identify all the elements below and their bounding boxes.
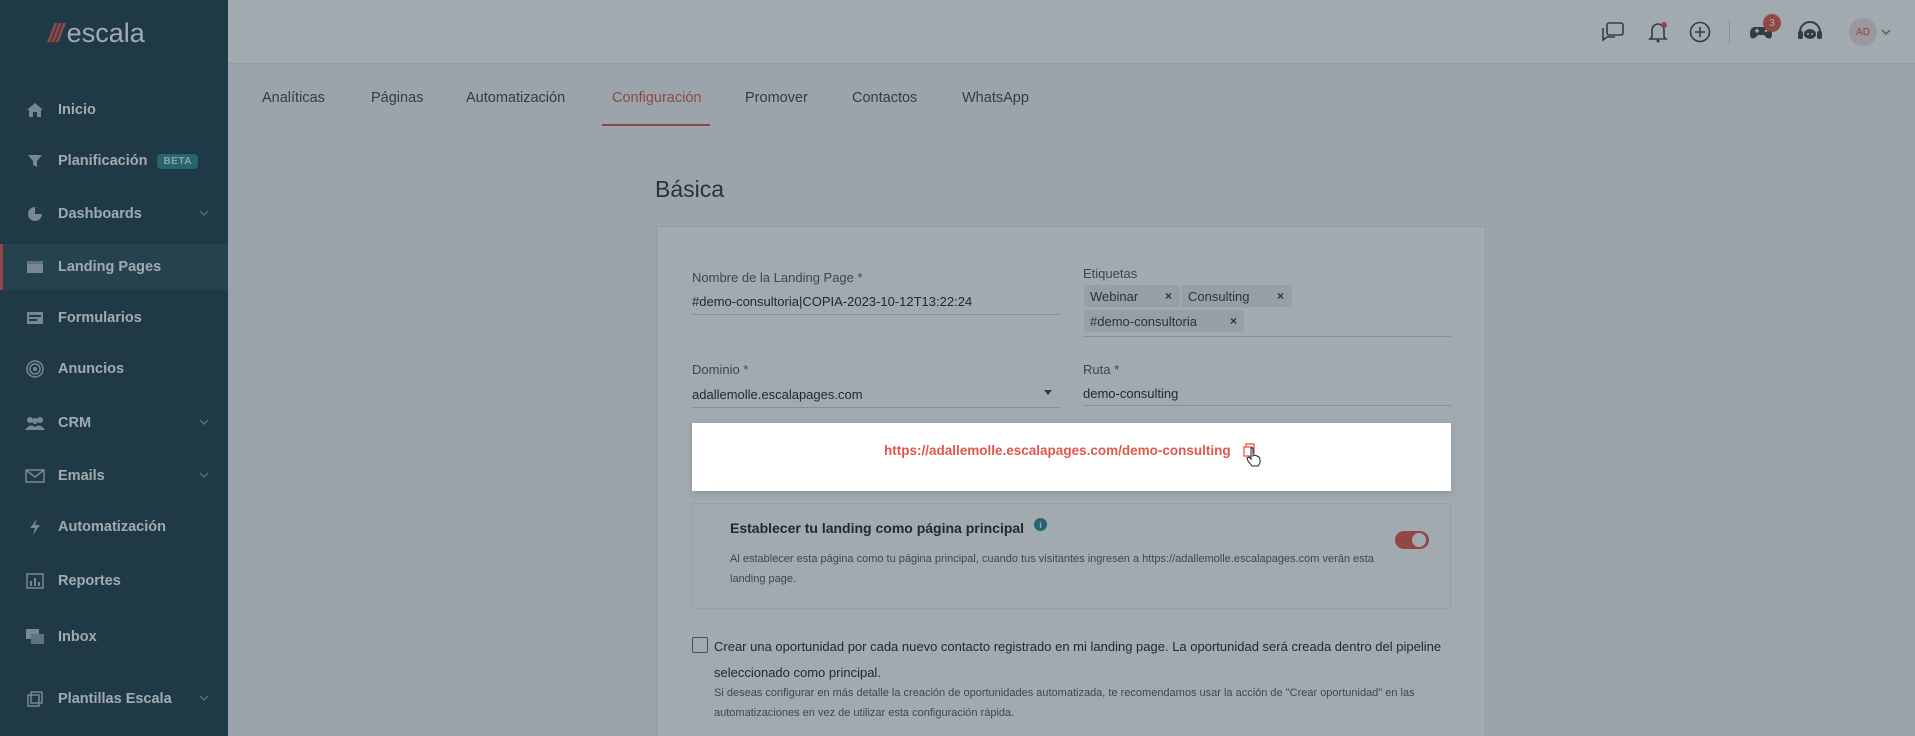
dim-overlay-bottom [0, 491, 1915, 736]
landing-page-url-link[interactable]: https://adallemolle.escalapages.com/demo… [884, 443, 1231, 458]
dim-overlay-left [0, 423, 692, 491]
pointer-cursor-icon [1246, 447, 1261, 467]
dim-overlay-top [0, 0, 1915, 423]
dim-overlay-right [1451, 423, 1915, 491]
